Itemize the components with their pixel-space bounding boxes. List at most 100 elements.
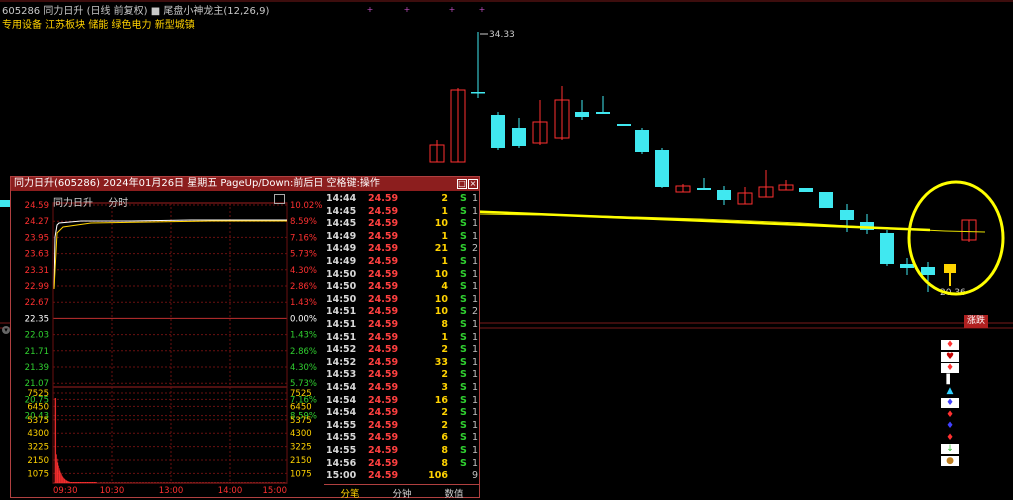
- tab-values[interactable]: 数值: [428, 486, 480, 500]
- signal-icon: ▲: [941, 386, 959, 397]
- tick-volume: 2: [441, 369, 448, 381]
- price-axis-label: 23.31: [25, 266, 49, 276]
- volume-axis-label-right: 6450: [290, 402, 312, 412]
- tick-time: 14:55: [326, 445, 357, 456]
- candle-body: [471, 92, 485, 94]
- percent-axis-label: 5.73%: [290, 250, 317, 260]
- volume-axis-label: 1075: [27, 469, 49, 479]
- tick-side: S: [460, 457, 467, 469]
- tick-time: 14:52: [326, 344, 357, 356]
- candle-body: [512, 128, 526, 146]
- tick-row: 14:54 24.59 3 S 1: [324, 382, 480, 395]
- tick-volume: 1: [441, 331, 448, 343]
- tick-volume: 10: [434, 268, 448, 280]
- tick-row: 14:53 24.59 2 S 1: [324, 369, 480, 382]
- tab-ticks[interactable]: 分笔: [324, 486, 376, 500]
- signal-icon: ♦: [941, 363, 959, 374]
- tick-side: S: [460, 268, 467, 280]
- tick-price: 24.59: [368, 306, 399, 318]
- tick-volume: 4: [441, 281, 448, 293]
- tick-count: 1: [471, 382, 478, 393]
- tick-row: 14:51 24.59 8 S 1: [324, 319, 480, 332]
- percent-axis-label: 7.16%: [290, 233, 317, 243]
- tick-volume: 21: [434, 243, 448, 255]
- tick-count: 1: [471, 356, 478, 368]
- tick-volume: 2: [441, 419, 448, 431]
- tick-side: S: [460, 407, 467, 419]
- tick-price: 24.59: [368, 230, 399, 242]
- tick-row: 14:54 24.59 2 S 1: [324, 407, 480, 420]
- percent-axis-label: 2.86%: [290, 347, 317, 357]
- tick-time: 15:00: [326, 470, 357, 482]
- tick-price: 24.59: [368, 369, 399, 381]
- tick-price: 24.59: [368, 432, 399, 444]
- tick-time: 14:54: [326, 394, 357, 406]
- tick-time: 14:49: [326, 256, 357, 267]
- subtitle-stock-name: 同力日升: [53, 198, 93, 209]
- intraday-popup[interactable]: 24.59 10.02% 24.27 8.59% 23.95 7.16% 23.63 5.73…: [10, 176, 480, 500]
- tick-side: S: [460, 356, 467, 368]
- candle-body: [840, 210, 854, 220]
- percent-axis-label: 4.30%: [290, 363, 317, 373]
- candle-body: [491, 115, 505, 148]
- price-axis-label: 22.35: [25, 314, 49, 324]
- close-icon[interactable]: ×: [468, 179, 478, 189]
- tick-row: 14:54 24.59 16 S 1: [324, 395, 480, 408]
- tick-side: S: [460, 419, 467, 431]
- tick-price: 24.59: [368, 205, 399, 217]
- tick-count: 1: [471, 230, 478, 242]
- tick-count: 1: [471, 445, 478, 456]
- tick-row: 14:49 24.59 21 S 2: [324, 243, 480, 256]
- tick-price: 24.59: [368, 293, 399, 305]
- tick-price: 24.59: [368, 319, 399, 330]
- change-badge[interactable]: 涨跌: [964, 315, 988, 328]
- volume-axis-label: 6450: [27, 402, 49, 412]
- tab-minutes[interactable]: 分钟: [376, 486, 428, 500]
- tick-count: 9: [471, 470, 478, 482]
- tick-side: S: [460, 445, 467, 456]
- tick-volume: 16: [434, 394, 448, 406]
- panel-toggle-icon[interactable]: [274, 194, 285, 204]
- tick-time: 14:53: [326, 369, 357, 381]
- tick-side: S: [460, 382, 467, 393]
- tick-volume: 1: [441, 230, 448, 242]
- tick-time: 14:54: [326, 382, 357, 393]
- candle-body: [799, 188, 813, 192]
- tick-volume: 33: [434, 356, 448, 368]
- high-price-label: 34.33: [489, 30, 515, 40]
- signal-icon: ↓: [941, 444, 959, 455]
- tick-time: 14:49: [326, 243, 357, 255]
- tick-volume: 2: [441, 193, 448, 204]
- percent-axis-label: 5.73%: [290, 379, 317, 389]
- tick-count: 1: [471, 419, 478, 431]
- tick-side: S: [460, 369, 467, 381]
- tick-price: 24.59: [368, 356, 399, 368]
- tick-price: 24.59: [368, 394, 399, 406]
- maximize-icon[interactable]: □: [457, 179, 467, 189]
- tick-side: S: [460, 306, 467, 318]
- tick-row: 14:45 24.59 10 S 1: [324, 218, 480, 231]
- tick-row: 14:44 24.59 2 S 1: [324, 193, 480, 206]
- tick-row: 14:52 24.59 33 S 1: [324, 357, 480, 370]
- percent-axis-label: 8.59%: [290, 217, 317, 227]
- tick-time: 14:52: [326, 356, 357, 368]
- tick-row: 14:55 24.59 8 S 1: [324, 445, 480, 458]
- tick-price: 24.59: [368, 256, 399, 267]
- price-axis-label: 23.95: [25, 233, 49, 243]
- tick-side: S: [460, 344, 467, 356]
- percent-axis-label: 10.02%: [290, 201, 322, 211]
- tick-time: 14:55: [326, 432, 357, 444]
- tick-price: 24.59: [368, 445, 399, 456]
- tick-count: 1: [471, 193, 478, 204]
- tick-count: 1: [471, 293, 478, 305]
- price-axis-label: 24.59: [25, 201, 49, 211]
- tick-row: 14:50 24.59 4 S 1: [324, 281, 480, 294]
- price-axis-label: 23.63: [25, 250, 49, 260]
- tick-count: 1: [471, 319, 478, 330]
- tick-volume: 1: [441, 256, 448, 267]
- intraday-frame: [52, 202, 288, 484]
- tick-price: 24.59: [368, 344, 399, 356]
- time-axis-label: 10:30: [100, 486, 125, 496]
- time-axis-label: 15:00: [263, 486, 288, 496]
- collapse-icon[interactable]: ▾: [2, 326, 10, 334]
